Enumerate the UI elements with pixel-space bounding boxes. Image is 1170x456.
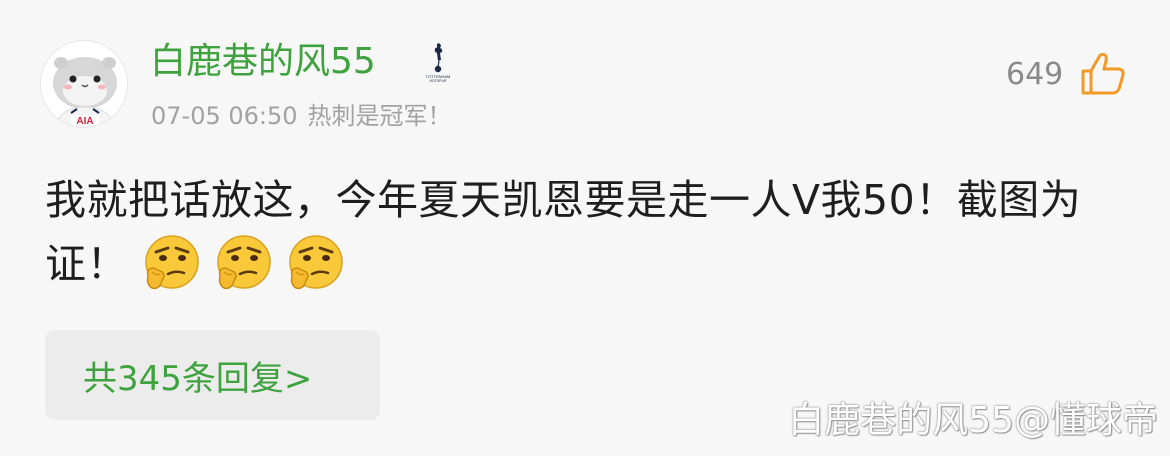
replies-label: 共345条回复> bbox=[83, 358, 313, 399]
thumbs-up-icon[interactable] bbox=[1079, 51, 1127, 97]
thinking-face-icon bbox=[138, 232, 202, 296]
svg-text:HOTSPUR: HOTSPUR bbox=[429, 79, 447, 83]
watermark: 白鹿巷的风55@懂球帝 bbox=[788, 400, 1158, 441]
username[interactable]: 白鹿巷的风55 bbox=[150, 38, 376, 86]
comment-body: 我就把话放这，今年夏天凯恩要是走一人V我50！截图为证！ bbox=[45, 168, 1145, 314]
svg-text:AIA: AIA bbox=[76, 116, 93, 127]
emoji-group bbox=[138, 232, 354, 314]
tottenham-cockerel-icon: TOTTENHAM HOTSPUR bbox=[420, 40, 456, 84]
thinking-face-icon bbox=[210, 232, 274, 296]
avatar[interactable]: AIA bbox=[40, 40, 128, 128]
like-count: 649 bbox=[1006, 56, 1064, 92]
user-tagline: 热刺是冠军！ bbox=[307, 102, 452, 130]
hamster-avatar-icon: AIA bbox=[41, 41, 127, 127]
view-replies-button[interactable]: 共345条回复> bbox=[45, 330, 380, 420]
timestamp: 07-05 06:50 bbox=[151, 102, 298, 130]
like-button[interactable]: 649 bbox=[990, 44, 1127, 104]
thinking-face-icon bbox=[282, 232, 346, 296]
comment-meta: 07-05 06:50 热刺是冠军！ bbox=[151, 100, 452, 132]
